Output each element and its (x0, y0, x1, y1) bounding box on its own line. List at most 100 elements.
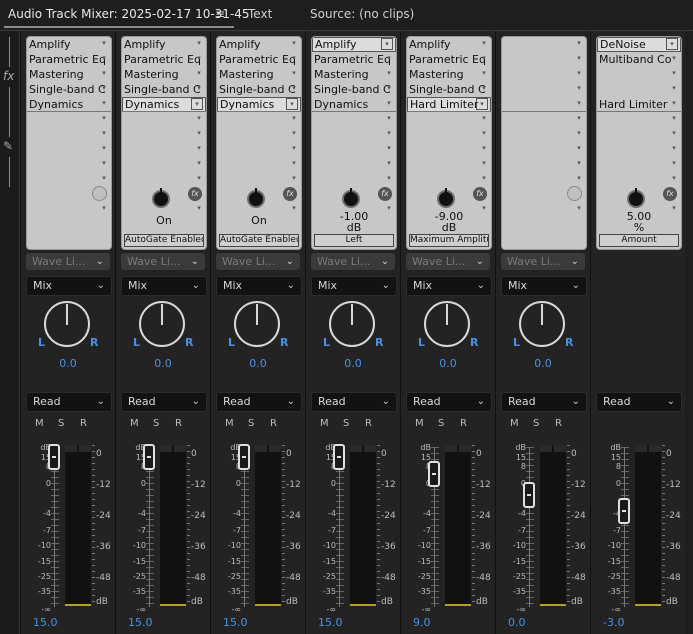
effect-slot[interactable]: Parametric Eq ▾ (27, 52, 111, 67)
effect-slot[interactable]: ▾ (407, 142, 491, 157)
effect-slot[interactable]: ▾ (27, 172, 111, 187)
dropdown-arrow-icon[interactable]: ▾ (476, 98, 488, 110)
effect-slot[interactable]: ▾ (27, 157, 111, 172)
effect-slot[interactable]: ▾ (407, 127, 491, 142)
effect-slot[interactable]: ▾ (122, 127, 206, 142)
volume-value[interactable]: -3.0 (603, 616, 624, 629)
pan-value[interactable]: 0.0 (211, 357, 305, 370)
effect-slot[interactable]: ▾ (502, 97, 586, 112)
effect-slot[interactable]: Single-band C ▾ (217, 82, 301, 97)
dropdown-arrow-icon[interactable]: ▾ (574, 68, 584, 78)
solo-button[interactable]: S (533, 418, 539, 429)
effect-slot[interactable]: ▾ (502, 112, 586, 127)
dropdown-arrow-icon[interactable]: ▾ (384, 173, 394, 183)
pan-value[interactable]: 0.0 (21, 357, 115, 370)
dropdown-arrow-icon[interactable]: ▾ (194, 68, 204, 78)
dropdown-arrow-icon[interactable]: ▾ (194, 128, 204, 138)
dropdown-arrow-icon[interactable]: ▾ (479, 38, 489, 48)
dropdown-arrow-icon[interactable]: ▾ (194, 53, 204, 63)
effect-slot[interactable]: Single-band C ▾ (312, 82, 396, 97)
effect-param-knob[interactable] (342, 188, 360, 208)
dropdown-arrow-icon[interactable]: ▾ (669, 68, 679, 78)
effect-slot[interactable]: ▾ (597, 82, 681, 97)
dropdown-arrow-icon[interactable]: ▾ (574, 128, 584, 138)
wave-input-dropdown[interactable]: Wave Li... ⌄ (26, 253, 110, 270)
effect-param-dropdown[interactable]: AutoGate Enabled (124, 234, 204, 247)
tab-audio-track-mixer[interactable]: Audio Track Mixer: 2025-02-17 10-31-45 (8, 7, 250, 21)
dropdown-arrow-icon[interactable]: ▾ (99, 128, 109, 138)
fx-bypass-toggle-icon[interactable] (92, 186, 107, 201)
pan-value[interactable]: 0.0 (306, 357, 400, 370)
automation-mode-dropdown[interactable]: Read ⌄ (501, 392, 587, 412)
dropdown-arrow-icon[interactable]: ▾ (99, 203, 109, 213)
effect-slot[interactable]: ▾ (502, 67, 586, 82)
effect-slot[interactable]: Single-band C ▾ (27, 82, 111, 97)
effect-slot[interactable]: ▾ (597, 67, 681, 82)
effect-slot[interactable]: ▾ (502, 127, 586, 142)
effect-slot[interactable]: ▾ (122, 157, 206, 172)
effect-slot[interactable]: ▾ (407, 157, 491, 172)
record-button[interactable]: R (270, 418, 277, 429)
dropdown-arrow-icon[interactable]: ▾ (574, 143, 584, 153)
output-mix-dropdown[interactable]: Mix ⌄ (216, 276, 302, 296)
effect-slot[interactable]: ▾ (502, 82, 586, 97)
dropdown-arrow-icon[interactable]: ▾ (384, 53, 394, 63)
effect-slot[interactable]: Parametric Eq ▾ (122, 52, 206, 67)
effect-slot[interactable]: Parametric Eq ▾ (407, 52, 491, 67)
dropdown-arrow-icon[interactable]: ▾ (479, 113, 489, 123)
effect-slot[interactable]: Mastering ▾ (407, 67, 491, 82)
automation-mode-dropdown[interactable]: Read ⌄ (406, 392, 492, 412)
pan-value[interactable]: 0.0 (116, 357, 210, 370)
pan-knob[interactable] (519, 301, 565, 347)
dropdown-arrow-icon[interactable]: ▾ (574, 158, 584, 168)
dropdown-arrow-icon[interactable]: ▾ (669, 83, 679, 93)
fx-bypass-toggle-icon[interactable] (567, 186, 582, 201)
wave-input-dropdown[interactable]: Wave Li... ⌄ (121, 253, 205, 270)
dropdown-arrow-icon[interactable]: ▾ (669, 158, 679, 168)
clip-indicator-right[interactable] (364, 445, 376, 452)
automation-mode-dropdown[interactable]: Read ⌄ (216, 392, 302, 412)
effect-slot[interactable]: ▾ (122, 172, 206, 187)
dropdown-arrow-icon[interactable]: ▾ (99, 53, 109, 63)
clip-indicator-left[interactable] (255, 445, 267, 452)
solo-button[interactable]: S (438, 418, 444, 429)
effect-param-knob[interactable] (247, 188, 265, 208)
clip-indicator-right[interactable] (459, 445, 471, 452)
record-button[interactable]: R (175, 418, 182, 429)
effect-slot[interactable]: Multiband Co ▾ (597, 52, 681, 67)
dropdown-arrow-icon[interactable]: ▾ (194, 113, 204, 123)
effect-slot[interactable]: ▾ (312, 157, 396, 172)
dropdown-arrow-icon[interactable]: ▾ (574, 83, 584, 93)
dropdown-arrow-icon[interactable]: ▾ (479, 68, 489, 78)
volume-fader-handle[interactable] (48, 444, 60, 471)
mute-button[interactable]: M (510, 418, 519, 429)
pen-send-icon[interactable]: ✎ (3, 139, 13, 153)
dropdown-arrow-icon[interactable]: ▾ (194, 158, 204, 168)
dropdown-arrow-icon[interactable]: ▾ (289, 143, 299, 153)
volume-fader-handle[interactable] (238, 444, 250, 471)
record-button[interactable]: R (555, 418, 562, 429)
effect-slot[interactable]: ▾ (312, 142, 396, 157)
mute-button[interactable]: M (415, 418, 424, 429)
effect-slot[interactable]: ▾ (502, 172, 586, 187)
clip-indicator-left[interactable] (160, 445, 172, 452)
effect-slot[interactable]: ▾ (27, 127, 111, 142)
effect-slot[interactable]: ▾ (502, 52, 586, 67)
mute-button[interactable]: M (130, 418, 139, 429)
clip-indicator-right[interactable] (269, 445, 281, 452)
effect-slot[interactable]: Amplify ▾ (217, 37, 301, 52)
volume-fader-handle[interactable] (618, 497, 630, 524)
pan-knob[interactable] (424, 301, 470, 347)
record-button[interactable]: R (460, 418, 467, 429)
record-button[interactable]: R (80, 418, 87, 429)
dropdown-arrow-icon[interactable]: ▾ (194, 38, 204, 48)
volume-value[interactable]: 15.0 (318, 616, 343, 629)
dropdown-arrow-icon[interactable]: ▾ (479, 83, 489, 93)
pan-knob[interactable] (44, 301, 90, 347)
effect-param-dropdown[interactable]: Maximum Amplitude (409, 234, 489, 247)
effect-param-dropdown[interactable]: Left (314, 234, 394, 247)
effect-slot[interactable]: Dynamics ▾ (122, 97, 206, 112)
fx-bypass-icon[interactable]: fx (663, 187, 677, 201)
pan-knob[interactable] (329, 301, 375, 347)
mute-button[interactable]: M (35, 418, 44, 429)
